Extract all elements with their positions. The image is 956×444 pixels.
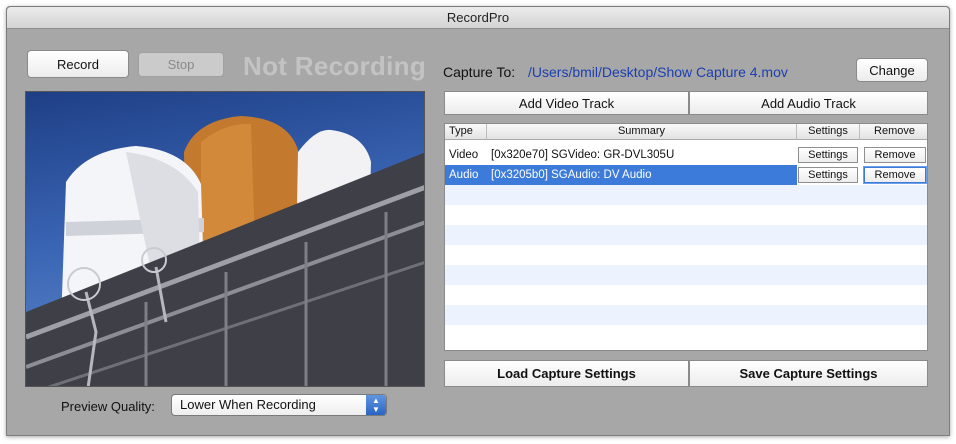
preview-image <box>26 116 424 386</box>
preview-quality-label: Preview Quality: <box>61 399 155 414</box>
track-remove-button[interactable]: Remove <box>864 167 926 183</box>
column-summary[interactable]: Summary <box>487 124 797 140</box>
preview-quality-select[interactable]: Lower When Recording ▲ ▼ <box>171 394 387 416</box>
load-capture-settings-button[interactable]: Load Capture Settings <box>444 360 689 387</box>
stop-button[interactable]: Stop <box>138 52 224 77</box>
window-title: RecordPro <box>7 7 949 29</box>
table-row[interactable]: Video [0x320e70] SGVideo: GR-DVL305U Set… <box>445 145 927 165</box>
add-video-track-button[interactable]: Add Video Track <box>444 91 689 115</box>
track-remove-button[interactable]: Remove <box>864 147 926 163</box>
empty-row <box>445 265 927 285</box>
add-audio-track-button[interactable]: Add Audio Track <box>689 91 928 115</box>
empty-row <box>445 225 927 245</box>
table-header: Type Summary Settings Remove <box>445 124 927 140</box>
select-arrows-icon: ▲ ▼ <box>366 395 386 415</box>
recording-status: Not Recording <box>243 51 427 81</box>
record-button[interactable]: Record <box>27 50 129 78</box>
tracks-table: Type Summary Settings Remove Video [0x32… <box>444 123 928 351</box>
track-type: Audio <box>449 169 479 181</box>
track-settings-button[interactable]: Settings <box>798 147 858 163</box>
change-button[interactable]: Change <box>856 58 928 82</box>
track-type: Video <box>449 149 479 161</box>
track-summary: [0x320e70] SGVideo: GR-DVL305U <box>491 149 675 161</box>
empty-row <box>445 185 927 205</box>
column-remove[interactable]: Remove <box>860 124 927 140</box>
capture-path: /Users/bmil/Desktop/Show Capture 4.mov <box>528 64 788 80</box>
capture-to-label: Capture To: <box>443 64 516 80</box>
column-settings[interactable]: Settings <box>797 124 860 140</box>
track-settings-button[interactable]: Settings <box>798 167 858 183</box>
track-summary: [0x3205b0] SGAudio: DV Audio <box>491 169 652 181</box>
main-window: RecordPro Record Stop Not Recording Prev… <box>6 6 950 436</box>
empty-row <box>445 305 927 325</box>
table-row[interactable]: Audio [0x3205b0] SGAudio: DV Audio <box>445 165 797 185</box>
preview-quality-value: Lower When Recording <box>180 397 316 412</box>
video-preview <box>25 91 425 387</box>
save-capture-settings-button[interactable]: Save Capture Settings <box>689 360 928 387</box>
column-type[interactable]: Type <box>445 124 487 140</box>
